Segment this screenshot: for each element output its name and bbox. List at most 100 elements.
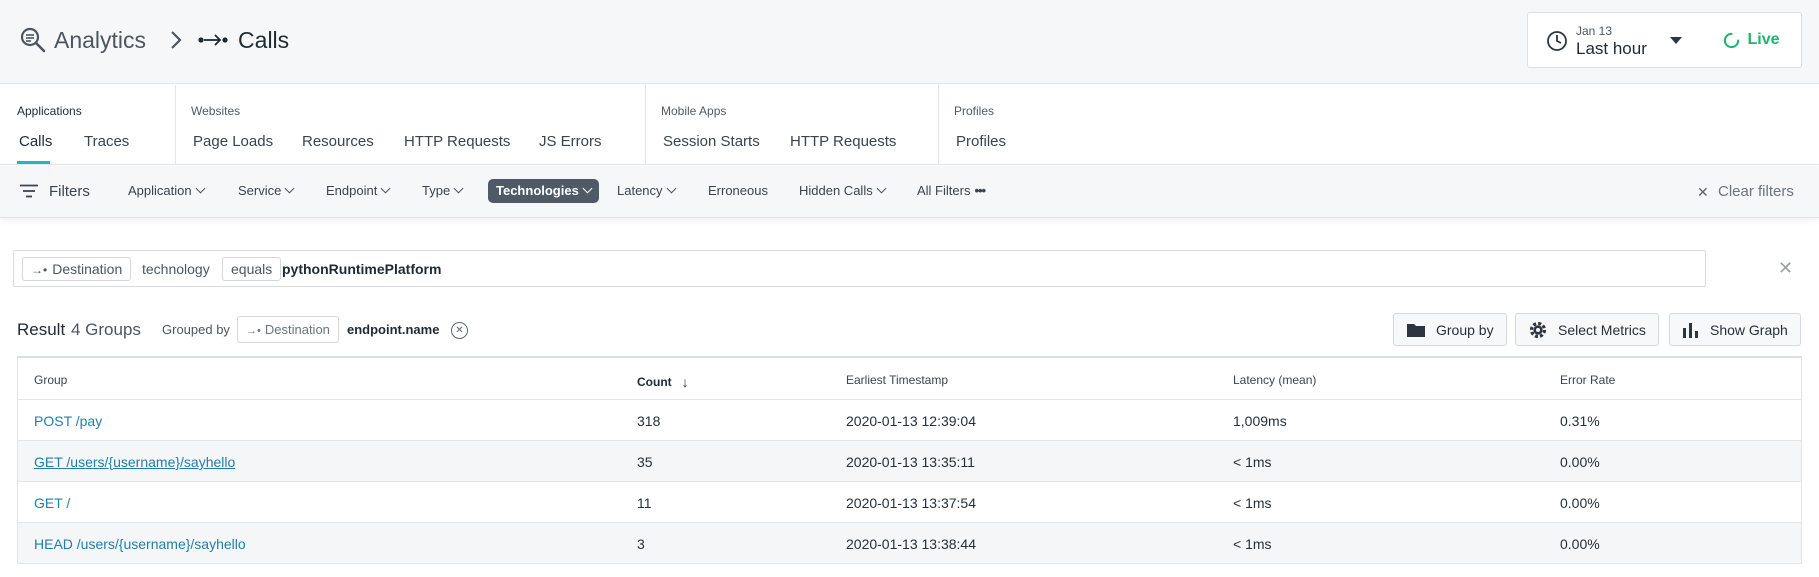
- live-button[interactable]: Live: [1702, 12, 1802, 68]
- query-key: technology: [142, 261, 210, 277]
- live-spinner-icon: [1724, 32, 1740, 48]
- clear-filters-button[interactable]: Clear filters: [1718, 183, 1794, 200]
- result-label: Result: [17, 320, 66, 339]
- filter-lines-icon: [20, 184, 38, 198]
- query-operator[interactable]: equals: [222, 257, 282, 281]
- filter-application[interactable]: Application: [128, 183, 206, 198]
- folder-icon: [1407, 323, 1425, 337]
- clear-group-icon[interactable]: ✕: [451, 322, 468, 339]
- chevron-down-icon: [876, 183, 887, 194]
- tab-calls[interactable]: Calls: [19, 133, 52, 150]
- filter-bar: Filters Application Service Endpoint Typ…: [0, 166, 1819, 218]
- filter-label: Service: [238, 183, 282, 198]
- source-tag-label: Destination: [52, 261, 123, 277]
- column-header-group[interactable]: Group: [34, 373, 67, 387]
- nav-section-websites: Websites Page Loads Resources HTTP Reque…: [175, 85, 645, 165]
- query-value: pythonRuntimePlatform: [282, 261, 442, 277]
- nav-heading: Applications: [17, 104, 82, 118]
- chevron-right-icon: [171, 31, 182, 49]
- error-rate-cell: 0.00%: [1560, 536, 1600, 552]
- tab-session-starts[interactable]: Session Starts: [663, 133, 760, 150]
- filters-label[interactable]: Filters: [49, 183, 90, 200]
- error-rate-cell: 0.00%: [1560, 454, 1600, 470]
- group-link[interactable]: GET /: [34, 495, 70, 511]
- chevron-down-icon: [380, 183, 391, 194]
- filter-label: Latency: [617, 183, 663, 198]
- group-by-button[interactable]: Group by: [1393, 313, 1507, 346]
- select-metrics-button[interactable]: Select Metrics: [1515, 313, 1659, 346]
- nav-section-profiles: Profiles Profiles: [938, 85, 1138, 165]
- latency-cell: 1,009ms: [1233, 413, 1287, 429]
- table-header: Group Count ↓ Earliest Timestamp Latency …: [18, 358, 1801, 400]
- query-input[interactable]: →• Destination technology equals pythonRu…: [13, 250, 1706, 287]
- filter-service[interactable]: Service: [238, 183, 295, 198]
- filter-label: Application: [128, 183, 192, 198]
- tab-traces[interactable]: Traces: [84, 133, 129, 150]
- column-header-count[interactable]: Count ↓: [637, 373, 689, 390]
- table-row[interactable]: GET /users/{username}/sayhello 35 2020-0…: [18, 441, 1801, 482]
- tab-http-requests[interactable]: HTTP Requests: [404, 133, 510, 150]
- filter-label: Type: [422, 183, 451, 198]
- column-header-latency[interactable]: Latency (mean): [1233, 373, 1316, 387]
- section-nav: Applications Calls Traces Websites Page …: [0, 85, 1819, 165]
- table-row[interactable]: POST /pay 318 2020-01-13 12:39:04 1,009m…: [18, 400, 1801, 441]
- group-link[interactable]: HEAD /users/{username}/sayhello: [34, 536, 246, 552]
- breadcrumb-analytics[interactable]: Analytics: [54, 27, 146, 54]
- live-label: Live: [1747, 31, 1780, 48]
- bar-chart-icon: [1683, 322, 1698, 338]
- filter-technologies-active[interactable]: Technologies: [488, 179, 599, 203]
- filter-erroneous[interactable]: Erroneous: [708, 183, 768, 198]
- filter-endpoint[interactable]: Endpoint: [326, 183, 391, 198]
- table-row[interactable]: HEAD /users/{username}/sayhello 3 2020-0…: [18, 523, 1801, 564]
- latency-cell: < 1ms: [1233, 454, 1272, 470]
- close-icon[interactable]: ✕: [1697, 184, 1709, 201]
- table-row[interactable]: GET / 11 2020-01-13 13:37:54 < 1ms 0.00%: [18, 482, 1801, 523]
- tab-mobile-http-requests[interactable]: HTTP Requests: [790, 133, 896, 150]
- nav-heading: Mobile Apps: [661, 104, 727, 118]
- count-cell: 35: [637, 454, 653, 470]
- close-icon[interactable]: ✕: [1778, 258, 1793, 279]
- tab-js-errors[interactable]: JS Errors: [539, 133, 602, 150]
- filter-hidden-calls[interactable]: Hidden Calls: [799, 183, 887, 198]
- tab-resources[interactable]: Resources: [302, 133, 374, 150]
- timestamp-cell: 2020-01-13 13:38:44: [846, 536, 976, 552]
- show-graph-button[interactable]: Show Graph: [1669, 313, 1801, 346]
- group-link[interactable]: GET /users/{username}/sayhello: [34, 454, 235, 470]
- group-field: endpoint.name: [347, 322, 440, 337]
- chevron-down-icon: [195, 183, 206, 194]
- destination-arrow-icon: →•: [31, 263, 48, 277]
- column-header-error-rate[interactable]: Error Rate: [1560, 373, 1615, 387]
- calls-icon: [198, 34, 228, 46]
- filter-all-filters[interactable]: All Filters •••: [917, 183, 986, 198]
- clock-icon: [1547, 31, 1567, 51]
- nav-section-applications: Applications Calls Traces: [0, 85, 175, 165]
- nav-heading: Websites: [191, 104, 241, 118]
- destination-arrow-icon: →•: [246, 325, 261, 337]
- group-by-label: Group by: [1436, 321, 1494, 338]
- chevron-down-icon: [453, 183, 464, 194]
- filter-latency[interactable]: Latency: [617, 183, 676, 198]
- filter-label: All Filters: [917, 183, 971, 198]
- source-tag[interactable]: →• Destination: [22, 257, 132, 281]
- tab-profiles[interactable]: Profiles: [956, 133, 1006, 150]
- group-source-tag[interactable]: →• Destination: [237, 316, 339, 343]
- breadcrumb: Analytics Calls: [18, 24, 289, 56]
- group-link[interactable]: POST /pay: [34, 413, 102, 429]
- filter-type[interactable]: Type: [422, 183, 464, 198]
- time-range: Last hour: [1576, 39, 1647, 58]
- sort-down-arrow-icon: ↓: [681, 374, 689, 390]
- time-range-picker[interactable]: Jan 13 Last hour: [1527, 12, 1703, 68]
- analytics-search-icon: [20, 27, 46, 53]
- timestamp-cell: 2020-01-13 13:35:11: [846, 454, 975, 470]
- active-tab-indicator: [17, 161, 50, 164]
- count-cell: 3: [637, 536, 645, 552]
- group-source-label: Destination: [264, 322, 330, 337]
- column-header-earliest-timestamp[interactable]: Earliest Timestamp: [846, 373, 948, 387]
- gear-icon: [1529, 321, 1547, 338]
- result-count: 4 Groups: [71, 320, 141, 339]
- time-date: Jan 13: [1576, 24, 1613, 38]
- latency-cell: < 1ms: [1233, 495, 1272, 511]
- error-rate-cell: 0.31%: [1560, 413, 1600, 429]
- filter-label: Erroneous: [708, 183, 768, 198]
- tab-page-loads[interactable]: Page Loads: [193, 133, 273, 150]
